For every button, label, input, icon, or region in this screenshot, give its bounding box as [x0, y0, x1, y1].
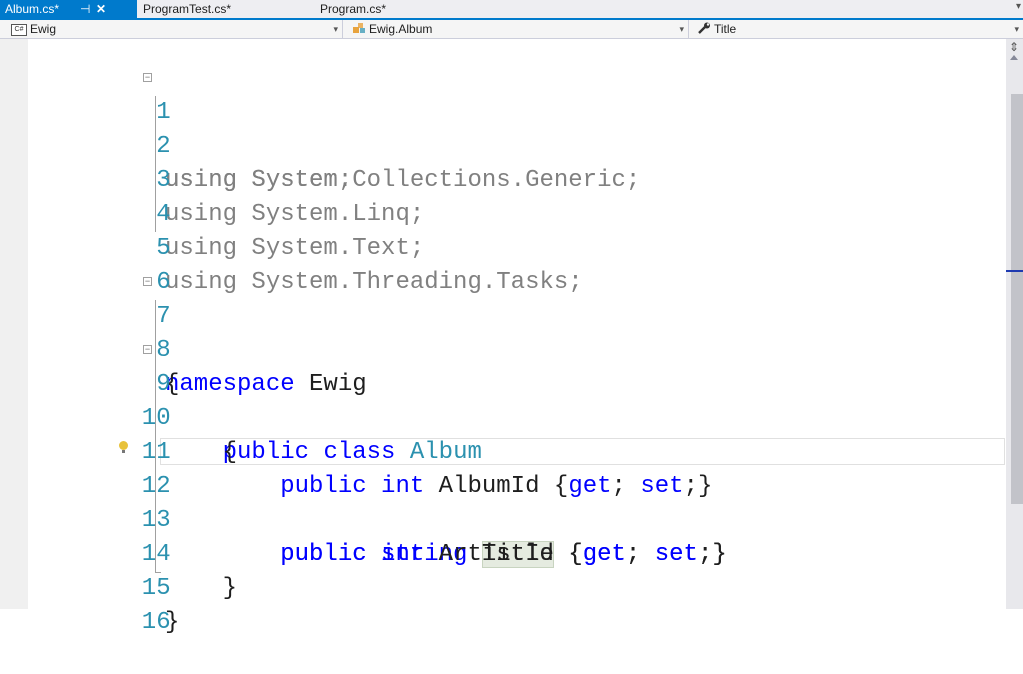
code-line: 12 public string Title {get; set;} — [0, 436, 1005, 568]
collapse-icon[interactable]: − — [143, 277, 152, 286]
chevron-down-icon[interactable]: ▾ — [1014, 20, 1019, 38]
tab-label: Program.cs* — [320, 2, 387, 16]
tab-label: Album.cs* — [5, 2, 60, 16]
navigation-bar: C# Ewig ▾ Ewig.Album ▾ Title ▾ — [0, 20, 1023, 39]
code-line: 10 { — [0, 368, 1005, 466]
code-line: 4 using System.Text; — [0, 164, 1005, 262]
code-editor[interactable]: 1 − using System; 2 using System.Collect… — [0, 39, 1023, 636]
csharp-project-icon: C# — [11, 23, 27, 36]
project-dropdown[interactable]: C# Ewig ▾ — [0, 20, 343, 38]
scroll-up-icon[interactable] — [1010, 55, 1018, 60]
lightbulb-icon[interactable] — [119, 441, 128, 453]
line-number: 16 — [141, 609, 171, 636]
split-window-icon[interactable]: ⇕ — [1009, 40, 1019, 54]
tab-overflow-icon[interactable]: ▾ — [1016, 1, 1021, 12]
type-dropdown[interactable]: Ewig.Album ▾ — [343, 20, 689, 38]
code-line: 8 { — [0, 300, 1005, 398]
chevron-down-icon[interactable]: ▾ — [333, 20, 338, 38]
code-line: 7 − namespace Ewig — [0, 266, 1005, 398]
tab-program-cs[interactable]: Program.cs* — [320, 0, 386, 18]
document-tab-strip: Album.cs* ⊣ ✕ ProgramTest.cs* Program.cs… — [0, 0, 1023, 18]
code-line: 16 — [0, 572, 1005, 636]
code-line: 6 — [0, 232, 1005, 296]
scrollbar-thumb[interactable] — [1011, 94, 1023, 504]
project-name: Ewig — [30, 22, 57, 36]
code-line: 5 using System.Threading.Tasks; — [0, 198, 1005, 296]
tab-label: ProgramTest.cs* — [143, 2, 232, 16]
code-line: 9 − public class Album — [0, 334, 1005, 466]
pin-icon[interactable]: ⊣ — [80, 0, 90, 18]
collapse-icon[interactable]: − — [143, 345, 152, 354]
type-name: Ewig.Album — [369, 22, 433, 36]
code-line: 13 public int ArtistId {get; set;} — [0, 470, 1005, 568]
code-line: 11 public int AlbumId {get; set;} — [0, 402, 1005, 500]
tab-programtest-cs[interactable]: ProgramTest.cs* — [143, 0, 231, 18]
code-line: 1 − using System; — [0, 62, 1005, 194]
code-line: 2 using System.Collections.Generic; — [0, 96, 1005, 194]
code-line: 3 using System.Linq; — [0, 130, 1005, 228]
collapse-icon[interactable]: − — [143, 73, 152, 82]
close-icon[interactable]: ✕ — [96, 0, 106, 18]
code-line: 15 } — [0, 538, 1005, 636]
wrench-property-icon — [698, 21, 711, 39]
caret-position-marker — [1006, 270, 1023, 272]
class-icon — [352, 21, 366, 39]
chevron-down-icon[interactable]: ▾ — [679, 20, 684, 38]
tab-album-cs[interactable]: Album.cs* ⊣ ✕ — [0, 0, 137, 18]
member-name: Title — [714, 22, 737, 36]
vertical-scrollbar[interactable]: ⇕ — [1006, 39, 1023, 609]
code-line: 14 } — [0, 504, 1005, 602]
member-dropdown[interactable]: Title ▾ — [689, 20, 1023, 38]
